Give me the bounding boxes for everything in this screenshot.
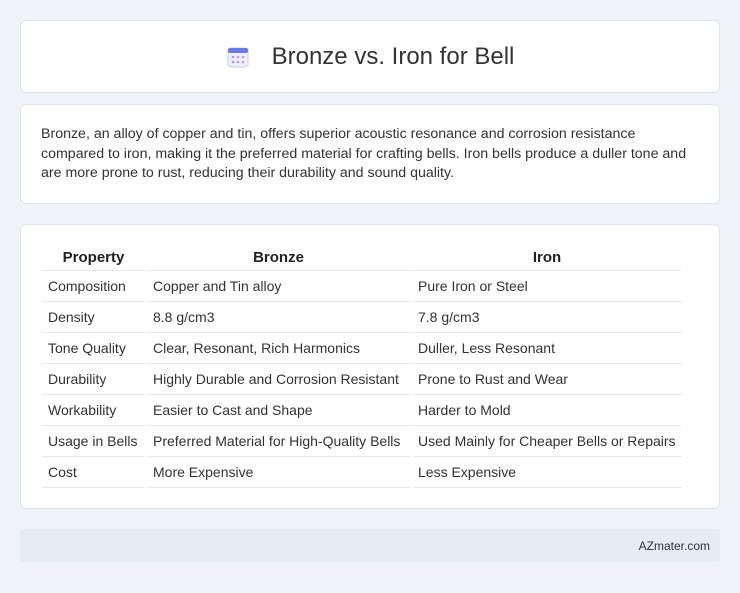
row-property: Density [42, 301, 146, 333]
table-row: Density 8.8 g/cm3 7.8 g/cm3 [42, 301, 682, 333]
row-bronze: Preferred Material for High-Quality Bell… [145, 425, 411, 457]
row-iron: 7.8 g/cm3 [410, 301, 682, 333]
table-row: Durability Highly Durable and Corrosion … [42, 363, 682, 395]
table-row: Composition Copper and Tin alloy Pure Ir… [42, 270, 682, 302]
row-bronze: Copper and Tin alloy [145, 270, 411, 302]
row-bronze: 8.8 g/cm3 [145, 301, 411, 333]
table-row: Cost More Expensive Less Expensive [42, 456, 682, 488]
description-text: Bronze, an alloy of copper and tin, offe… [41, 126, 687, 182]
row-bronze: Easier to Cast and Shape [145, 394, 411, 426]
table-row: Usage in Bells Preferred Material for Hi… [42, 425, 682, 457]
title-wrap: Bronze vs. Iron for Bell [226, 42, 515, 71]
row-iron: Duller, Less Resonant [410, 332, 682, 364]
header-iron: Iron [410, 245, 682, 271]
description-card: Bronze, an alloy of copper and tin, offe… [20, 104, 720, 204]
row-bronze: Clear, Resonant, Rich Harmonics [145, 332, 411, 364]
row-bronze: Highly Durable and Corrosion Resistant [145, 363, 411, 395]
table-row: Tone Quality Clear, Resonant, Rich Harmo… [42, 332, 682, 364]
title-card: Bronze vs. Iron for Bell [20, 20, 720, 93]
row-iron: Harder to Mold [410, 394, 682, 426]
table-row: Workability Easier to Cast and Shape Har… [42, 394, 682, 426]
footer-bar: AZmater.com [20, 529, 720, 562]
row-iron: Prone to Rust and Wear [410, 363, 682, 395]
row-bronze: More Expensive [145, 456, 411, 488]
row-iron: Pure Iron or Steel [410, 270, 682, 302]
row-property: Composition [42, 270, 146, 302]
row-property: Tone Quality [42, 332, 146, 364]
table-header-row: Property Bronze Iron [42, 245, 682, 271]
header-property: Property [42, 245, 146, 271]
header-bronze: Bronze [145, 245, 411, 271]
page-title: Bronze vs. Iron for Bell [271, 42, 515, 70]
row-property: Cost [42, 456, 146, 488]
footer-brand: AZmater.com [638, 538, 710, 553]
row-property: Usage in Bells [42, 425, 146, 457]
comparison-card: Property Bronze Iron Composition Copper … [20, 224, 720, 509]
comparison-table: Property Bronze Iron Composition Copper … [42, 245, 682, 488]
row-property: Durability [42, 363, 146, 395]
row-iron: Less Expensive [410, 456, 682, 488]
row-iron: Used Mainly for Cheaper Bells or Repairs [410, 425, 682, 457]
row-property: Workability [42, 394, 146, 426]
calendar-icon [227, 47, 249, 67]
